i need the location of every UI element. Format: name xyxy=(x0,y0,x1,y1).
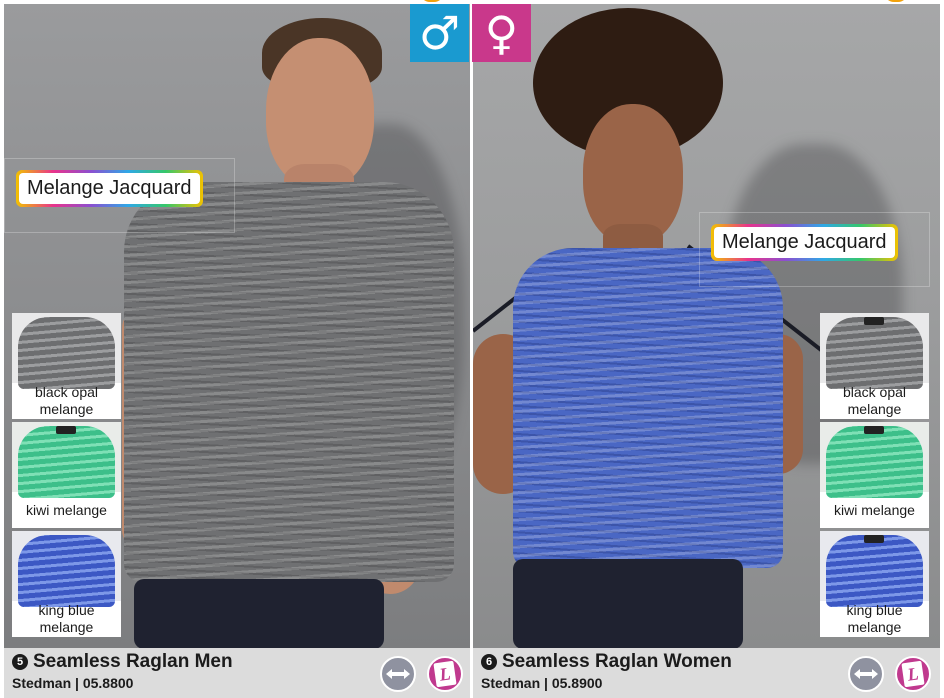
label-l-icon: L xyxy=(427,656,463,692)
swatch-image xyxy=(12,422,121,498)
swatch-label: king blue melange xyxy=(38,602,95,635)
grey-raglan-shirt xyxy=(124,182,454,582)
label-l-icon: L xyxy=(895,656,931,692)
swatch-label: kiwi melange xyxy=(26,501,107,518)
product-title-text: Seamless Raglan Men xyxy=(33,651,233,672)
model-pants xyxy=(134,579,384,648)
swatch-image xyxy=(820,531,929,607)
feature-label-right: Melange Jacquard xyxy=(711,224,898,261)
product-info-bar-men: 5 Seamless Raglan Men Stedman | 05.8800 L xyxy=(4,648,470,698)
feature-label-text: Melange Jacquard xyxy=(714,227,895,258)
model-pants xyxy=(513,559,743,648)
product-title[interactable]: 6 Seamless Raglan Women xyxy=(481,651,732,673)
product-title[interactable]: 5 Seamless Raglan Men xyxy=(12,651,233,673)
feature-label-left: Melange Jacquard xyxy=(16,170,203,207)
top-accent-dot-left xyxy=(420,0,444,2)
color-swatch-king-blue[interactable]: king blue melange xyxy=(820,531,929,637)
male-symbol-icon: ♂ xyxy=(410,4,469,62)
swatch-label: kiwi melange xyxy=(834,501,915,518)
swatch-label: king blue melange xyxy=(846,602,903,635)
color-swatch-king-blue[interactable]: king blue melange xyxy=(12,531,121,637)
swatch-image xyxy=(12,531,121,607)
feature-label-text: Melange Jacquard xyxy=(19,173,200,204)
product-number-badge: 6 xyxy=(481,654,497,670)
stretch-arrows-icon xyxy=(386,669,410,679)
blue-raglan-shirt xyxy=(513,248,783,568)
stretch-icon xyxy=(848,656,884,692)
female-symbol-icon: ♀ xyxy=(472,4,531,62)
product-brand-sku: Stedman | 05.8800 xyxy=(12,675,134,691)
model-head xyxy=(583,104,683,244)
stretch-arrows-icon xyxy=(854,669,878,679)
top-accent-dot-right xyxy=(884,0,908,2)
stretch-icon xyxy=(380,656,416,692)
swatch-label: black opal melange xyxy=(34,384,99,417)
product-brand-sku: Stedman | 05.8900 xyxy=(481,675,603,691)
product-number-badge: 5 xyxy=(12,654,28,670)
swatch-image xyxy=(12,313,121,389)
swatch-label: black opal melange xyxy=(842,384,907,417)
swatch-image xyxy=(820,422,929,498)
product-info-bar-women: 6 Seamless Raglan Women Stedman | 05.8900… xyxy=(473,648,940,698)
color-swatch-kiwi[interactable]: kiwi melange xyxy=(12,422,121,528)
color-swatch-black-opal[interactable]: black opal melange xyxy=(12,313,121,419)
swatch-image xyxy=(820,313,929,389)
color-swatch-kiwi[interactable]: kiwi melange xyxy=(820,422,929,528)
color-swatch-black-opal[interactable]: black opal melange xyxy=(820,313,929,419)
product-title-text: Seamless Raglan Women xyxy=(502,651,732,672)
